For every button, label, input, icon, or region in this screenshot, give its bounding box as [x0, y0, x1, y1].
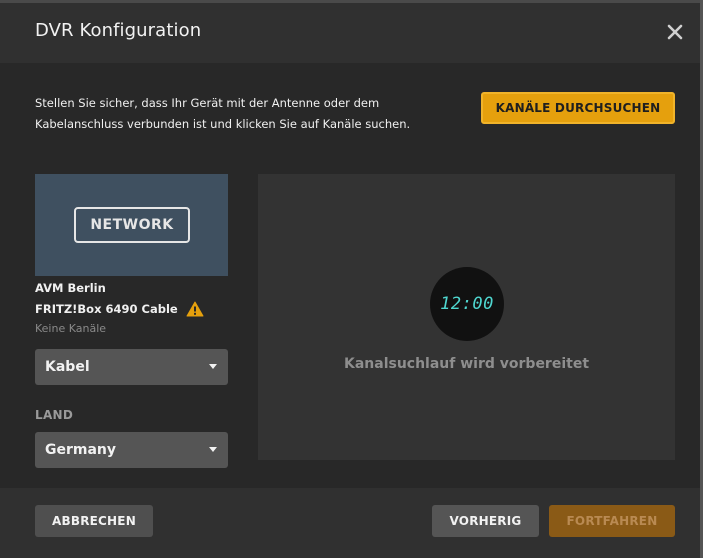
tuner-type-value: Kabel [45, 359, 90, 375]
cancel-button[interactable]: ABBRECHEN [35, 505, 153, 537]
device-model-row: FRITZ!Box 6490 Cable [35, 301, 204, 317]
warning-icon[interactable] [186, 301, 204, 317]
intro-text: Stellen Sie sicher, dass Ihr Gerät mit d… [35, 96, 411, 131]
network-label: NETWORK [74, 207, 190, 243]
dvr-config-dialog: DVR Konfiguration Stellen Sie sicher, da… [0, 3, 700, 558]
dialog-footer: ABBRECHEN VORHERIG FORTFAHREN [0, 488, 700, 558]
dialog-title: DVR Konfiguration [35, 20, 202, 41]
scan-status-text: Kanalsuchlauf wird vorbereitet [343, 356, 590, 372]
device-thumbnail: NETWORK [35, 174, 228, 276]
dialog-header: DVR Konfiguration [0, 3, 700, 63]
device-name: AVM Berlin [35, 281, 106, 295]
chevron-down-icon [209, 364, 217, 369]
clock-icon: 12:00 [430, 267, 504, 341]
close-icon[interactable] [664, 21, 686, 43]
country-select[interactable]: Germany [35, 432, 228, 468]
continue-button[interactable]: FORTFAHREN [549, 505, 675, 537]
chevron-down-icon [209, 447, 217, 452]
country-label: LAND [35, 408, 74, 422]
device-status: Keine Kanäle [35, 322, 107, 335]
tuner-type-select[interactable]: Kabel [35, 349, 228, 385]
previous-button[interactable]: VORHERIG [432, 505, 539, 537]
scan-channels-button[interactable]: KANÄLE DURCHSUCHEN [481, 92, 675, 124]
scan-panel: 12:00 Kanalsuchlauf wird vorbereitet [258, 174, 675, 460]
clock-text: 12:00 [440, 294, 494, 314]
device-model: FRITZ!Box 6490 Cable [35, 302, 178, 316]
country-value: Germany [45, 442, 117, 458]
